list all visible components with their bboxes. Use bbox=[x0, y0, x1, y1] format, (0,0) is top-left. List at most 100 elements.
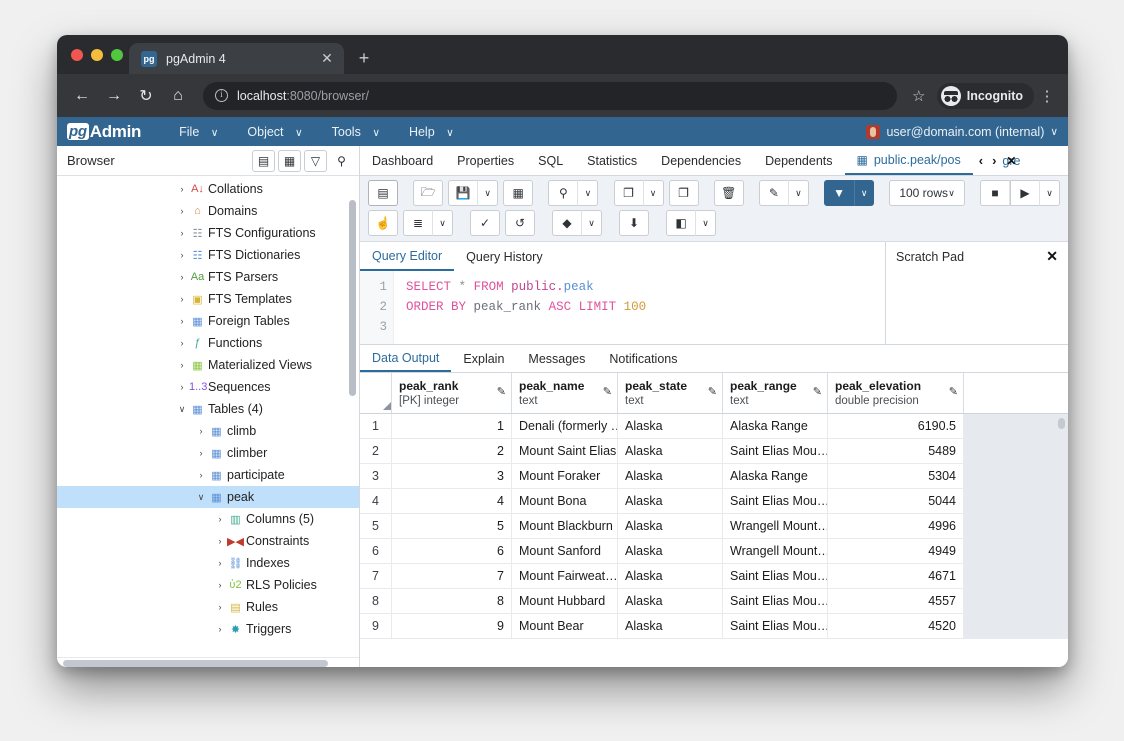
sql-text[interactable]: SELECT * FROM public.peak ORDER BY peak_… bbox=[394, 271, 885, 344]
cell-peak-name[interactable]: Denali (formerly …) bbox=[512, 414, 618, 438]
cell-peak-elevation[interactable]: 5044 bbox=[828, 489, 964, 513]
tree-node-constraints[interactable]: › ▶◀ Constraints bbox=[57, 530, 359, 552]
incognito-indicator[interactable]: Incognito bbox=[936, 82, 1034, 109]
home-icon[interactable]: ⌂ bbox=[163, 81, 193, 111]
menu-tools[interactable]: Tools ∨ bbox=[316, 122, 388, 142]
column-header-peak-state[interactable]: peak_state text ✎ bbox=[618, 373, 723, 413]
chevron-right-icon[interactable]: › bbox=[175, 316, 189, 326]
edit-query-button[interactable]: ✎ bbox=[758, 180, 789, 206]
object-tree[interactable]: › A↓ Collations › ⌂ Domains › ☷ FTS Configuratio… bbox=[57, 176, 359, 657]
tree-node-sequences[interactable]: › 1..3 Sequences bbox=[57, 376, 359, 398]
find-button[interactable]: ⚲ bbox=[548, 180, 579, 206]
close-icon[interactable]: ✕ bbox=[1006, 154, 1016, 168]
cell-peak-rank[interactable]: 7 bbox=[392, 564, 512, 588]
download-csv-button[interactable]: ⬇ bbox=[619, 210, 649, 236]
cell-peak-elevation[interactable]: 6190.5 bbox=[828, 414, 964, 438]
cell-peak-elevation[interactable]: 4996 bbox=[828, 514, 964, 538]
sidebar-horizontal-scrollbar[interactable] bbox=[57, 657, 359, 667]
copy-dropdown-icon[interactable]: ∨ bbox=[643, 180, 664, 206]
tree-node-participate[interactable]: › ▦ participate bbox=[57, 464, 359, 486]
copy-button[interactable]: ❐ bbox=[613, 180, 644, 206]
back-icon[interactable]: ← bbox=[67, 81, 97, 111]
chevron-right-icon[interactable]: › bbox=[992, 153, 996, 168]
chevron-right-icon[interactable]: › bbox=[213, 580, 227, 590]
pencil-icon[interactable]: ✎ bbox=[949, 385, 958, 398]
cell-peak-state[interactable]: Alaska bbox=[618, 414, 723, 438]
cell-peak-name[interactable]: Mount Saint Elias bbox=[512, 439, 618, 463]
tab-data-output[interactable]: Data Output bbox=[360, 345, 452, 372]
cell-peak-rank[interactable]: 1 bbox=[392, 414, 512, 438]
tree-node-climb[interactable]: › ▦ climb bbox=[57, 420, 359, 442]
find-dropdown-icon[interactable]: ∨ bbox=[578, 180, 599, 206]
tree-node-materialized-views[interactable]: › ▦ Materialized Views bbox=[57, 354, 359, 376]
reload-icon[interactable]: ↻ bbox=[131, 81, 161, 111]
cell-peak-range[interactable]: Saint Elias Mou… bbox=[723, 564, 828, 588]
cell-peak-rank[interactable]: 5 bbox=[392, 514, 512, 538]
cell-peak-elevation[interactable]: 4520 bbox=[828, 614, 964, 638]
execute-dropdown-icon[interactable]: ∨ bbox=[1040, 180, 1061, 206]
pencil-icon[interactable]: ✎ bbox=[497, 385, 506, 398]
table-row[interactable]: 6 6 Mount Sanford Alaska Wrangell Mount… 4949 bbox=[360, 539, 1068, 564]
forward-icon[interactable]: → bbox=[99, 81, 129, 111]
filter-button[interactable]: ▼ bbox=[824, 180, 855, 206]
select-all-corner-icon[interactable] bbox=[383, 402, 391, 410]
query-tool-extras-dropdown-icon[interactable]: ∨ bbox=[696, 210, 716, 236]
results-grid[interactable]: peak_rank [PK] integer ✎ peak_name text ✎ peak… bbox=[360, 373, 1068, 667]
cell-peak-state[interactable]: Alaska bbox=[618, 539, 723, 563]
tab-notifications[interactable]: Notifications bbox=[597, 345, 689, 372]
clear-button[interactable]: ◆ bbox=[552, 210, 582, 236]
tree-node-rls-policies[interactable]: › ὑ2 RLS Policies bbox=[57, 574, 359, 596]
close-icon[interactable]: ✕ bbox=[1046, 248, 1058, 265]
macros-button[interactable]: ☝ bbox=[368, 210, 398, 236]
cell-peak-range[interactable]: Saint Elias Mou… bbox=[723, 489, 828, 513]
table-row[interactable]: 3 3 Mount Foraker Alaska Alaska Range 5304 bbox=[360, 464, 1068, 489]
cell-peak-name[interactable]: Mount Hubbard bbox=[512, 589, 618, 613]
row-number-cell[interactable]: 7 bbox=[360, 564, 392, 588]
cell-peak-name[interactable]: Mount Fairweat… bbox=[512, 564, 618, 588]
chevron-right-icon[interactable]: › bbox=[175, 228, 189, 238]
tree-node-fts-dictionaries[interactable]: › ☷ FTS Dictionaries bbox=[57, 244, 359, 266]
tab-properties[interactable]: Properties bbox=[445, 146, 526, 175]
chevron-down-icon[interactable]: ∨ bbox=[194, 492, 208, 503]
query-tool-extras-button[interactable]: ◧ bbox=[666, 210, 696, 236]
column-header-peak-range[interactable]: peak_range text ✎ bbox=[723, 373, 828, 413]
cell-peak-state[interactable]: Alaska bbox=[618, 489, 723, 513]
tree-node-domains[interactable]: › ⌂ Domains bbox=[57, 200, 359, 222]
cell-peak-state[interactable]: Alaska bbox=[618, 514, 723, 538]
chevron-right-icon[interactable]: › bbox=[175, 272, 189, 282]
tree-node-peak[interactable]: ∨ ▦ peak bbox=[57, 486, 359, 508]
open-connection-button[interactable]: ▤ bbox=[368, 180, 398, 206]
chevron-right-icon[interactable]: › bbox=[213, 558, 227, 568]
pencil-icon[interactable]: ✎ bbox=[603, 385, 612, 398]
tab-dependents[interactable]: Dependents bbox=[753, 146, 844, 175]
cell-peak-name[interactable]: Mount Bona bbox=[512, 489, 618, 513]
row-number-cell[interactable]: 9 bbox=[360, 614, 392, 638]
cell-peak-elevation[interactable]: 4557 bbox=[828, 589, 964, 613]
table-row[interactable]: 1 1 Denali (formerly …) Alaska Alaska Range 6… bbox=[360, 414, 1068, 439]
table-row[interactable]: 7 7 Mount Fairweat… Alaska Saint Elias Mou… 4… bbox=[360, 564, 1068, 589]
save-file-dropdown-icon[interactable]: ∨ bbox=[478, 180, 499, 206]
pencil-icon[interactable]: ✎ bbox=[813, 385, 822, 398]
cell-peak-rank[interactable]: 9 bbox=[392, 614, 512, 638]
tab-statistics[interactable]: Statistics bbox=[575, 146, 649, 175]
cell-peak-rank[interactable]: 6 bbox=[392, 539, 512, 563]
row-limit-select[interactable]: 100 rows ∨ bbox=[889, 180, 965, 206]
tab-messages[interactable]: Messages bbox=[516, 345, 597, 372]
table-row[interactable]: 5 5 Mount Blackburn Alaska Wrangell Mount… 49… bbox=[360, 514, 1068, 539]
sidebar-vertical-scrollbar[interactable] bbox=[349, 200, 356, 396]
commit-button[interactable]: ✓ bbox=[470, 210, 500, 236]
cell-peak-range[interactable]: Saint Elias Mou… bbox=[723, 439, 828, 463]
cell-peak-rank[interactable]: 2 bbox=[392, 439, 512, 463]
chevron-right-icon[interactable]: › bbox=[194, 448, 208, 458]
tree-node-functions[interactable]: › ƒ Functions bbox=[57, 332, 359, 354]
server-group-icon[interactable]: ▤ bbox=[252, 149, 275, 172]
chevron-down-icon[interactable]: ∨ bbox=[175, 404, 189, 415]
cell-peak-range[interactable]: Wrangell Mount… bbox=[723, 514, 828, 538]
delete-rows-button[interactable]: 🗑 bbox=[713, 180, 744, 206]
cell-peak-name[interactable]: Mount Foraker bbox=[512, 464, 618, 488]
results-vertical-scrollbar[interactable] bbox=[1058, 418, 1065, 429]
tree-node-fts-parsers[interactable]: › Aa FTS Parsers bbox=[57, 266, 359, 288]
row-number-cell[interactable]: 3 bbox=[360, 464, 392, 488]
tree-node-triggers[interactable]: › ✸ Triggers bbox=[57, 618, 359, 640]
new-tab-icon[interactable]: + bbox=[350, 48, 378, 69]
